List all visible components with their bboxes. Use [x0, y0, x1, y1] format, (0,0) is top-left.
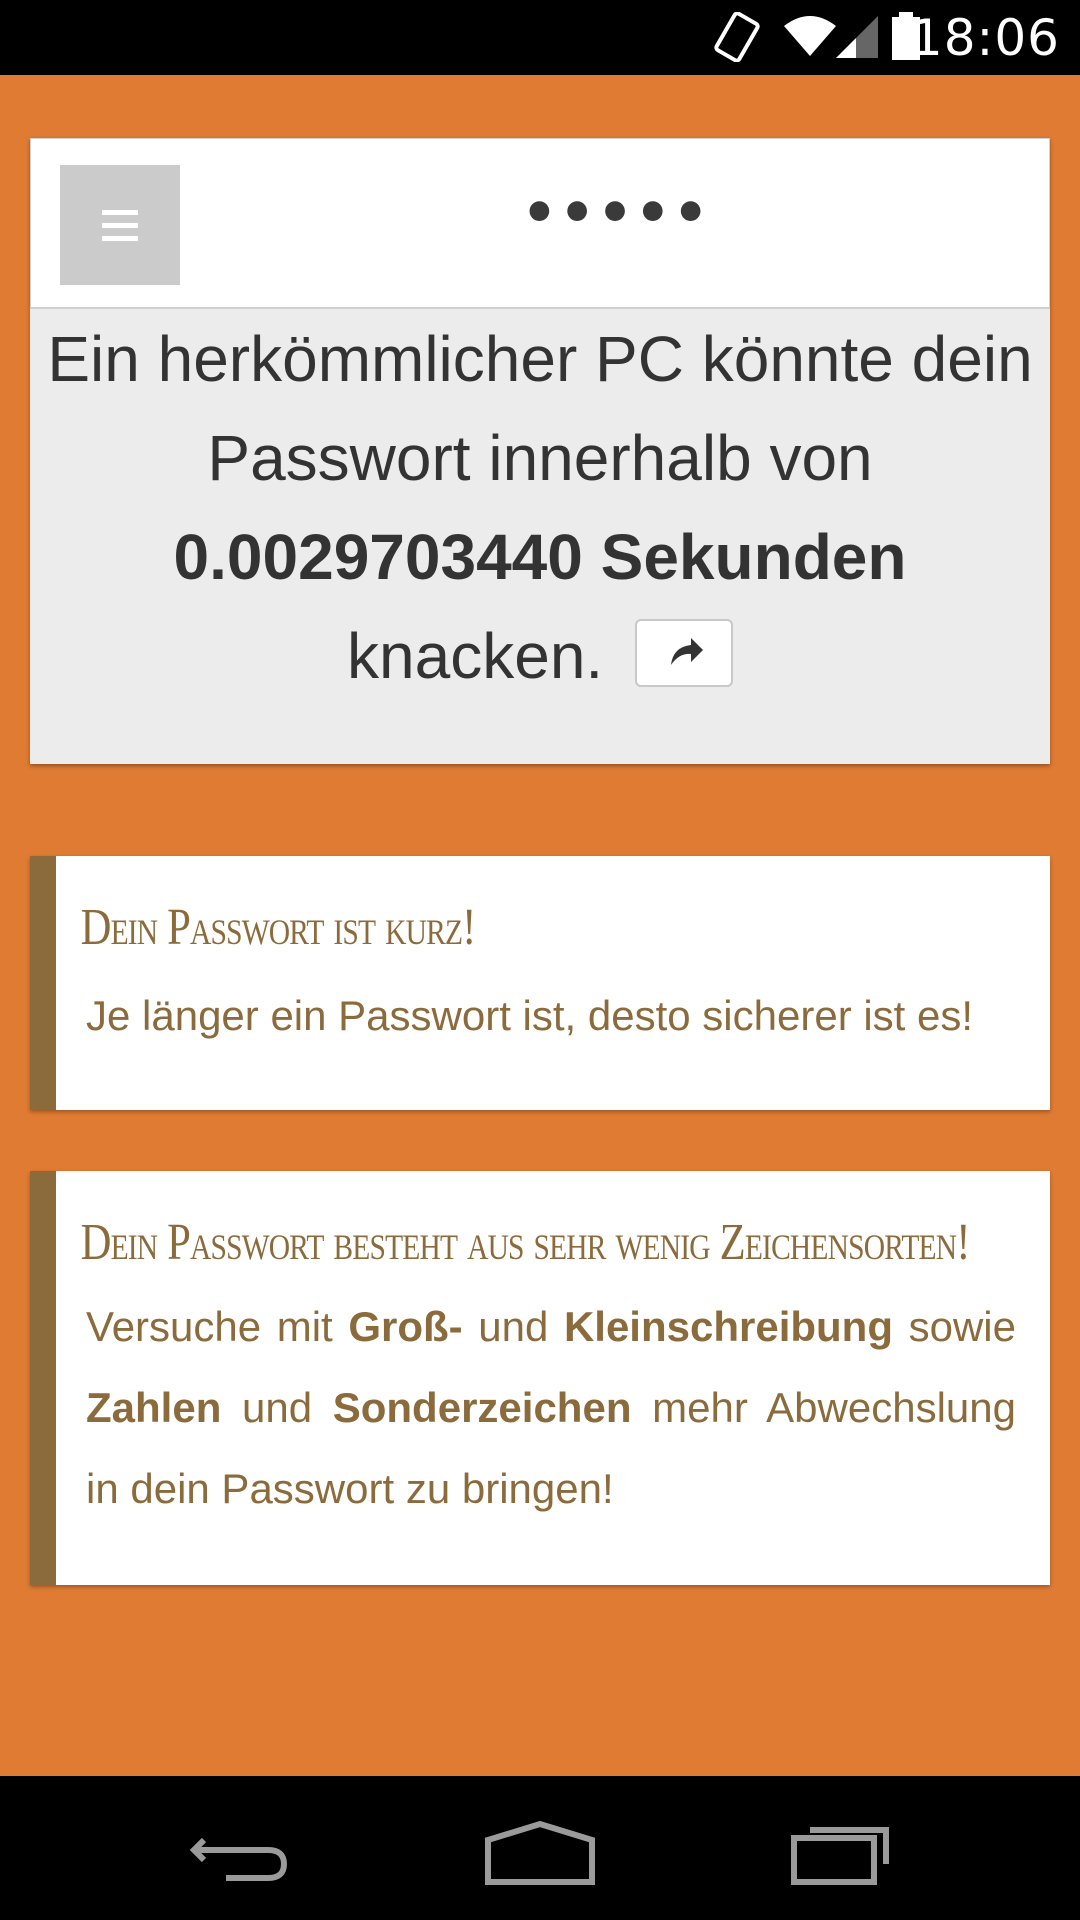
tip-emphasis: Groß- [348, 1303, 463, 1350]
home-icon[interactable] [480, 1812, 600, 1892]
vibrate-icon [714, 12, 760, 62]
tip-emphasis: Zahlen [86, 1384, 222, 1431]
result-card: ••••• Ein herkömmlicher PC könnte dein P… [30, 138, 1050, 764]
clock: 18:06 [910, 9, 1060, 67]
cell-signal-icon [836, 16, 878, 58]
password-value[interactable]: ••••• [191, 181, 1041, 246]
password-input[interactable]: ••••• [30, 138, 1050, 309]
tip-title: Dein Passwort besteht aus sehr wenig Zei… [80, 1214, 971, 1271]
crack-time-text: Ein herkömmlicher PC könnte dein Passwor… [40, 310, 1040, 706]
tip-text: und [462, 1303, 564, 1350]
tip-text: sowie [893, 1303, 1016, 1350]
tip-card-charsets: Dein Passwort besteht aus sehr wenig Zei… [30, 1171, 1050, 1585]
hamburger-menu-icon [102, 210, 138, 215]
back-icon[interactable] [180, 1812, 300, 1892]
tip-text: und [221, 1384, 333, 1431]
tip-body: Je länger ein Passwort ist, desto sicher… [86, 992, 974, 1039]
menu-button[interactable] [60, 165, 180, 285]
tip-title: Dein Passwort ist kurz! [80, 899, 477, 956]
status-bar: 18:06 [0, 0, 1080, 75]
recents-icon[interactable] [780, 1812, 900, 1892]
share-button[interactable] [634, 619, 733, 688]
crack-time-value: 0.0029703440 Sekunden [173, 521, 907, 593]
tip-card-length: Dein Passwort ist kurz! Je länger ein Pa… [30, 856, 1050, 1110]
crack-suffix: knacken. [347, 620, 604, 692]
crack-prefix: Ein herkömmlicher PC könnte dein Passwor… [47, 323, 1033, 494]
navigation-bar [0, 1776, 1080, 1920]
tip-emphasis: Kleinschreibung [563, 1303, 893, 1350]
share-icon [670, 638, 703, 666]
tip-emphasis: Sonderzeichen [332, 1384, 632, 1431]
tip-body: Versuche mit Groß- und Kleinschreibung s… [56, 1272, 1050, 1529]
tip-text: Versuche mit [86, 1303, 349, 1350]
wifi-icon [784, 16, 836, 56]
